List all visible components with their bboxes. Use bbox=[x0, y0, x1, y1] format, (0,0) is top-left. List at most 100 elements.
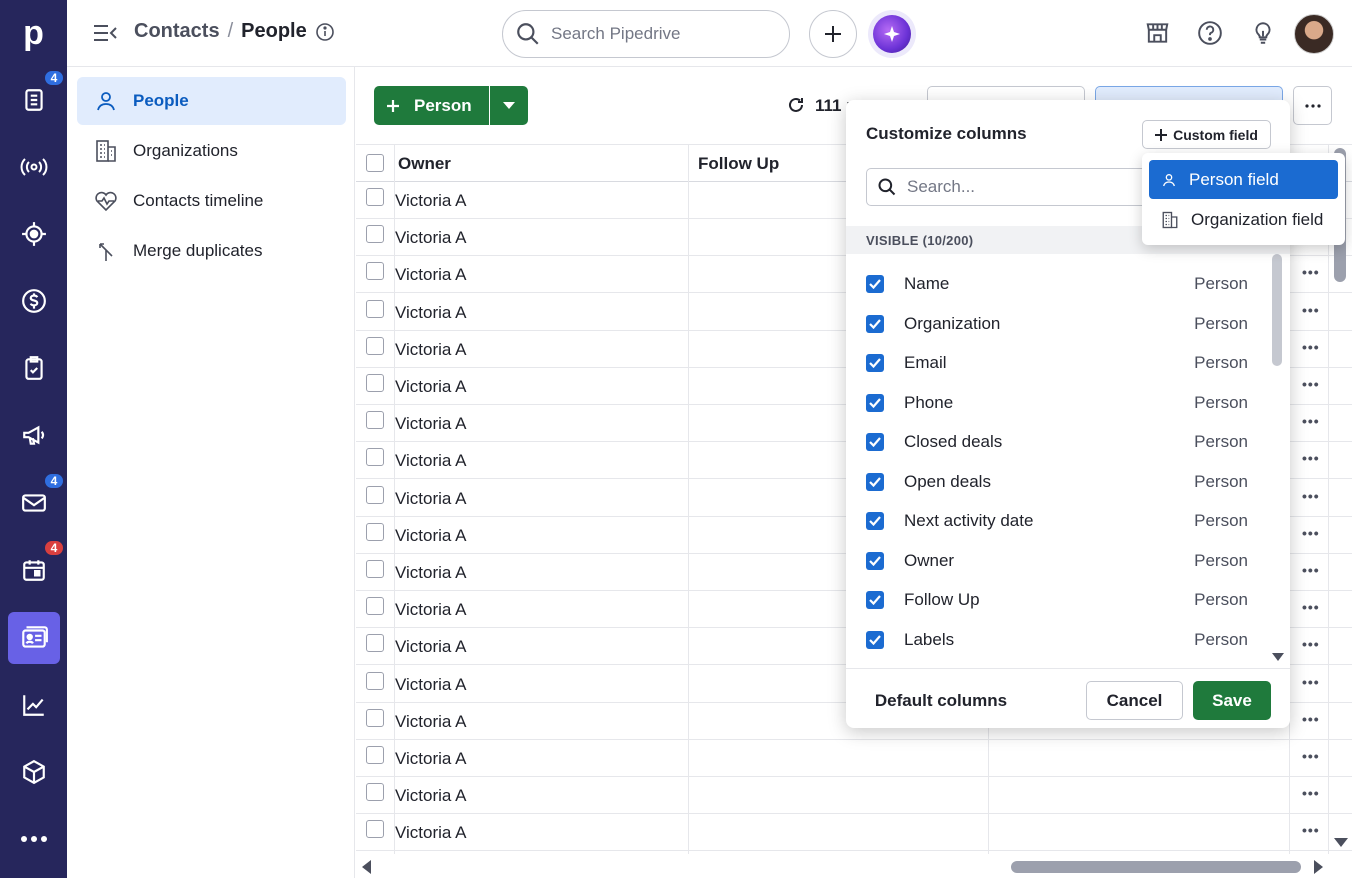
field-checkbox[interactable] bbox=[866, 630, 884, 649]
column-field-item[interactable]: Open deals Person bbox=[866, 468, 1248, 496]
owner-cell[interactable]: Victoria A bbox=[395, 786, 467, 806]
row-menu-button[interactable]: ••• bbox=[1302, 562, 1320, 578]
owner-cell[interactable]: Victoria A bbox=[395, 377, 467, 397]
row-checkbox[interactable] bbox=[366, 746, 384, 764]
owner-cell[interactable]: Victoria A bbox=[395, 228, 467, 248]
owner-cell[interactable]: Victoria A bbox=[395, 340, 467, 360]
column-field-item[interactable]: Follow Up Person bbox=[866, 586, 1248, 614]
table-row[interactable]: Victoria A bbox=[356, 777, 1352, 815]
owner-cell[interactable]: Victoria A bbox=[395, 675, 467, 695]
add-options-dropdown[interactable] bbox=[490, 86, 528, 125]
row-checkbox[interactable] bbox=[366, 783, 384, 802]
column-field-item[interactable]: Next activity date Person bbox=[866, 507, 1248, 535]
field-checkbox[interactable] bbox=[866, 354, 884, 372]
breadcrumb-contacts[interactable]: Contacts bbox=[134, 20, 220, 43]
column-field-item[interactable]: Owner Person bbox=[866, 547, 1248, 575]
field-checkbox[interactable] bbox=[866, 591, 884, 609]
products-nav[interactable] bbox=[8, 746, 60, 798]
help-icon[interactable] bbox=[1197, 20, 1223, 46]
leads-nav[interactable] bbox=[8, 141, 60, 193]
horizontal-scrollbar[interactable] bbox=[356, 856, 1332, 878]
more-nav[interactable] bbox=[8, 813, 60, 865]
row-menu-button[interactable]: ••• bbox=[1302, 413, 1320, 429]
owner-cell[interactable]: Victoria A bbox=[395, 749, 467, 769]
table-row[interactable]: Victoria A bbox=[356, 740, 1352, 777]
add-person-button[interactable]: Person bbox=[374, 86, 489, 125]
owner-cell[interactable]: Victoria A bbox=[395, 489, 467, 509]
refresh-icon[interactable] bbox=[786, 95, 806, 115]
user-avatar[interactable] bbox=[1294, 14, 1334, 54]
row-menu-button[interactable]: ••• bbox=[1302, 450, 1320, 466]
row-menu-button[interactable]: ••• bbox=[1302, 488, 1320, 504]
scroll-right-icon[interactable] bbox=[1313, 860, 1323, 874]
row-menu-button[interactable]: ••• bbox=[1302, 264, 1320, 280]
row-menu-button[interactable]: ••• bbox=[1302, 339, 1320, 355]
panel-scroll-down-icon[interactable] bbox=[1272, 653, 1284, 662]
more-actions-button[interactable] bbox=[1293, 86, 1332, 125]
owner-cell[interactable]: Victoria A bbox=[395, 526, 467, 546]
column-field-item[interactable]: Closed deals Person bbox=[866, 428, 1248, 456]
scrollbar-thumb[interactable] bbox=[1011, 861, 1301, 873]
custom-field-button[interactable]: Custom field bbox=[1142, 120, 1271, 149]
row-checkbox[interactable] bbox=[366, 336, 384, 355]
row-menu-button[interactable]: ••• bbox=[1302, 525, 1320, 541]
field-checkbox[interactable] bbox=[866, 275, 884, 293]
column-field-item[interactable]: Email Person bbox=[866, 349, 1248, 377]
global-search[interactable]: Search Pipedrive bbox=[502, 10, 790, 58]
lightbulb-icon[interactable] bbox=[1250, 20, 1276, 46]
select-all-checkbox[interactable] bbox=[366, 154, 384, 172]
column-search-input[interactable]: Search... bbox=[866, 168, 1166, 206]
column-field-item[interactable]: Organization Person bbox=[866, 310, 1248, 338]
person-field-option[interactable]: Person field bbox=[1149, 160, 1338, 199]
panel-scrollbar-thumb[interactable] bbox=[1272, 254, 1282, 366]
owner-cell[interactable]: Victoria A bbox=[395, 265, 467, 285]
row-checkbox[interactable] bbox=[366, 188, 384, 206]
campaigns-nav[interactable] bbox=[8, 409, 60, 461]
quick-add-button[interactable] bbox=[809, 10, 857, 58]
field-checkbox[interactable] bbox=[866, 433, 884, 451]
sidebar-item-organizations[interactable]: Organizations bbox=[77, 127, 346, 175]
collapse-menu-icon[interactable] bbox=[92, 22, 118, 44]
row-checkbox[interactable] bbox=[366, 262, 384, 281]
row-checkbox[interactable] bbox=[366, 634, 384, 653]
cancel-button[interactable]: Cancel bbox=[1086, 681, 1183, 720]
field-checkbox[interactable] bbox=[866, 512, 884, 530]
info-icon[interactable] bbox=[315, 22, 335, 42]
row-checkbox[interactable] bbox=[366, 411, 384, 430]
row-checkbox[interactable] bbox=[366, 522, 384, 541]
owner-cell[interactable]: Victoria A bbox=[395, 637, 467, 657]
owner-cell[interactable]: Victoria A bbox=[395, 303, 467, 323]
owner-cell[interactable]: Victoria A bbox=[395, 414, 467, 434]
owner-cell[interactable]: Victoria A bbox=[395, 600, 467, 620]
insights-nav[interactable] bbox=[8, 679, 60, 731]
row-checkbox[interactable] bbox=[366, 225, 384, 244]
row-menu-button[interactable]: ••• bbox=[1302, 822, 1320, 838]
row-menu-button[interactable]: ••• bbox=[1302, 636, 1320, 652]
owner-cell[interactable]: Victoria A bbox=[395, 712, 467, 732]
field-checkbox[interactable] bbox=[866, 551, 884, 570]
scroll-left-icon[interactable] bbox=[362, 860, 372, 874]
row-checkbox[interactable] bbox=[366, 299, 384, 318]
activities-nav[interactable] bbox=[8, 342, 60, 394]
field-checkbox[interactable] bbox=[866, 393, 884, 412]
save-button[interactable]: Save bbox=[1193, 681, 1271, 720]
column-field-item[interactable]: Phone Person bbox=[866, 389, 1248, 417]
projects-nav[interactable] bbox=[8, 208, 60, 260]
field-checkbox[interactable] bbox=[866, 472, 884, 491]
table-row[interactable]: Victoria A bbox=[356, 814, 1352, 852]
contacts-nav[interactable] bbox=[8, 612, 60, 664]
row-menu-button[interactable]: ••• bbox=[1302, 674, 1320, 690]
pipedrive-logo[interactable]: p bbox=[0, 0, 67, 67]
row-checkbox[interactable] bbox=[366, 708, 384, 727]
row-checkbox[interactable] bbox=[366, 485, 384, 504]
owner-cell[interactable]: Victoria A bbox=[395, 451, 467, 471]
marketplace-icon[interactable] bbox=[1144, 20, 1171, 46]
sidebar-item-contacts-timeline[interactable]: Contacts timeline bbox=[77, 177, 346, 225]
row-menu-button[interactable]: ••• bbox=[1302, 302, 1320, 318]
row-menu-button[interactable]: ••• bbox=[1302, 748, 1320, 764]
organization-field-option[interactable]: Organization field bbox=[1149, 200, 1338, 239]
default-columns-button[interactable]: Default columns bbox=[856, 681, 1026, 720]
row-menu-button[interactable]: ••• bbox=[1302, 599, 1320, 615]
column-header-owner[interactable]: Owner bbox=[398, 154, 451, 174]
column-header-follow-up[interactable]: Follow Up bbox=[698, 154, 779, 174]
